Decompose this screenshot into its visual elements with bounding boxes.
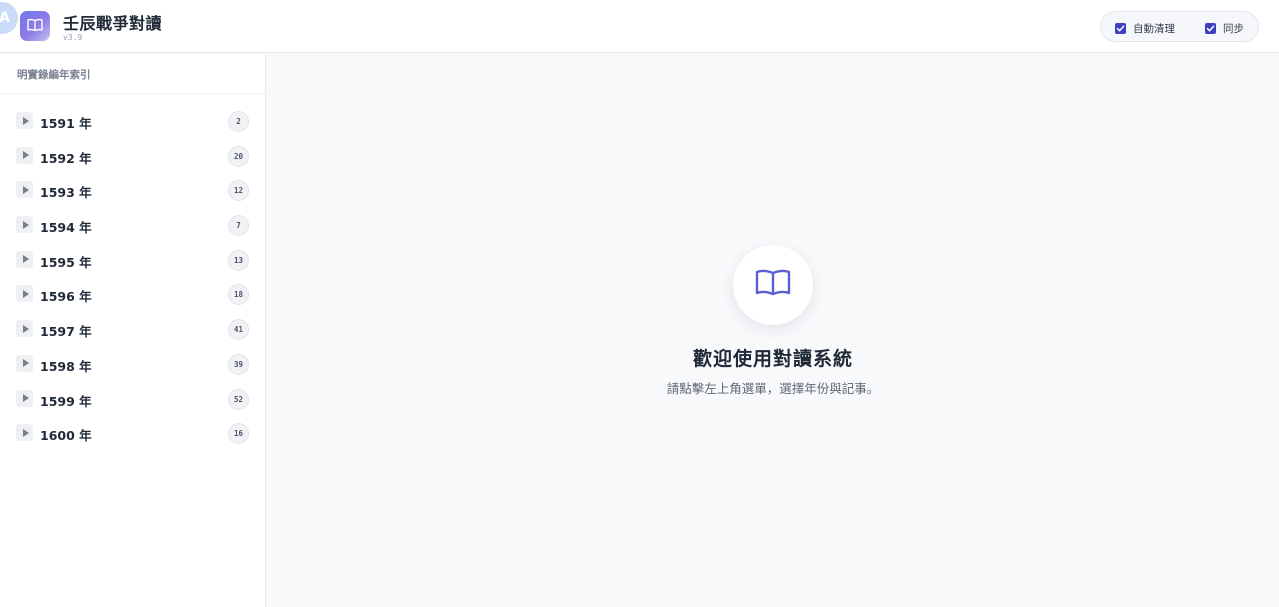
year-label: 1599 年	[40, 393, 92, 409]
count-badge: 20	[227, 145, 249, 167]
sync-toggle[interactable]: 同步	[1205, 21, 1244, 35]
avatar[interactable]: A	[0, 2, 18, 34]
app-version: v3.9	[63, 33, 83, 42]
year-label: 1596 年	[40, 289, 92, 305]
top-header: A 壬辰戰爭對讀 v3.9 自動清理 同步	[0, 0, 1279, 53]
sidebar: 明實錄編年索引 1591 年 2 1592 年 20 1593 年 12 159…	[0, 54, 266, 607]
sidebar-item-1595[interactable]: 1595 年 13	[0, 243, 265, 278]
year-label: 1595 年	[40, 254, 92, 270]
triangle-right-icon[interactable]	[16, 216, 33, 234]
sidebar-item-1594[interactable]: 1594 年 7	[0, 208, 265, 243]
count-badge: 39	[227, 353, 249, 375]
sidebar-item-1593[interactable]: 1593 年 12	[0, 173, 265, 208]
year-label: 1594 年	[40, 220, 92, 236]
sync-label: 同步	[1223, 22, 1244, 35]
sidebar-item-1597[interactable]: 1597 年 41	[0, 312, 265, 347]
auto-clean-label: 自動清理	[1133, 22, 1175, 35]
welcome-title: 歡迎使用對讀系統	[692, 348, 853, 370]
triangle-right-icon[interactable]	[16, 146, 33, 164]
triangle-right-icon[interactable]	[16, 389, 33, 407]
sidebar-item-1598[interactable]: 1598 年 39	[0, 347, 265, 382]
count-badge: 16	[227, 423, 249, 445]
settings-toggles: 自動清理 同步	[1100, 11, 1259, 42]
year-label: 1591 年	[40, 116, 92, 131]
welcome-icon-badge	[733, 245, 813, 325]
count-badge: 52	[227, 388, 249, 410]
triangle-right-icon[interactable]	[16, 285, 33, 303]
sidebar-item-1600[interactable]: 1600 年 16	[0, 416, 265, 451]
year-label: 1600 年	[40, 428, 92, 444]
open-book-icon	[27, 17, 43, 36]
avatar-initial: A	[0, 10, 10, 26]
welcome-subtitle: 請點擊左上角選單，選擇年份與記事。	[666, 381, 880, 396]
count-badge: 12	[227, 180, 249, 202]
sidebar-item-1591[interactable]: 1591 年 2	[0, 104, 265, 139]
app-logo	[20, 11, 50, 41]
sidebar-item-1599[interactable]: 1599 年 52	[0, 382, 265, 417]
auto-clean-toggle[interactable]: 自動清理	[1115, 21, 1175, 35]
sidebar-heading: 明實錄編年索引	[0, 54, 265, 94]
triangle-right-icon[interactable]	[16, 250, 33, 268]
count-badge: 18	[227, 284, 249, 306]
year-label: 1592 年	[40, 150, 92, 166]
count-badge: 7	[228, 215, 249, 237]
triangle-right-icon[interactable]	[16, 424, 33, 442]
sidebar-item-1592[interactable]: 1592 年 20	[0, 139, 265, 174]
app-title: 壬辰戰爭對讀	[63, 14, 163, 33]
checkmark-icon[interactable]	[1205, 22, 1216, 34]
year-label: 1593 年	[40, 185, 92, 201]
triangle-right-icon[interactable]	[16, 354, 33, 372]
year-list: 1591 年 2 1592 年 20 1593 年 12 1594 年 7 15…	[0, 104, 265, 451]
sidebar-item-1596[interactable]: 1596 年 18	[0, 277, 265, 312]
count-badge: 13	[227, 249, 249, 271]
count-badge: 41	[227, 319, 249, 341]
checkmark-icon[interactable]	[1115, 22, 1126, 34]
year-label: 1598 年	[40, 358, 92, 374]
triangle-right-icon[interactable]	[16, 112, 33, 129]
open-book-icon	[755, 268, 791, 302]
count-badge: 2	[228, 111, 249, 132]
triangle-right-icon[interactable]	[16, 181, 33, 199]
triangle-right-icon[interactable]	[16, 320, 33, 338]
year-label: 1597 年	[40, 324, 92, 340]
